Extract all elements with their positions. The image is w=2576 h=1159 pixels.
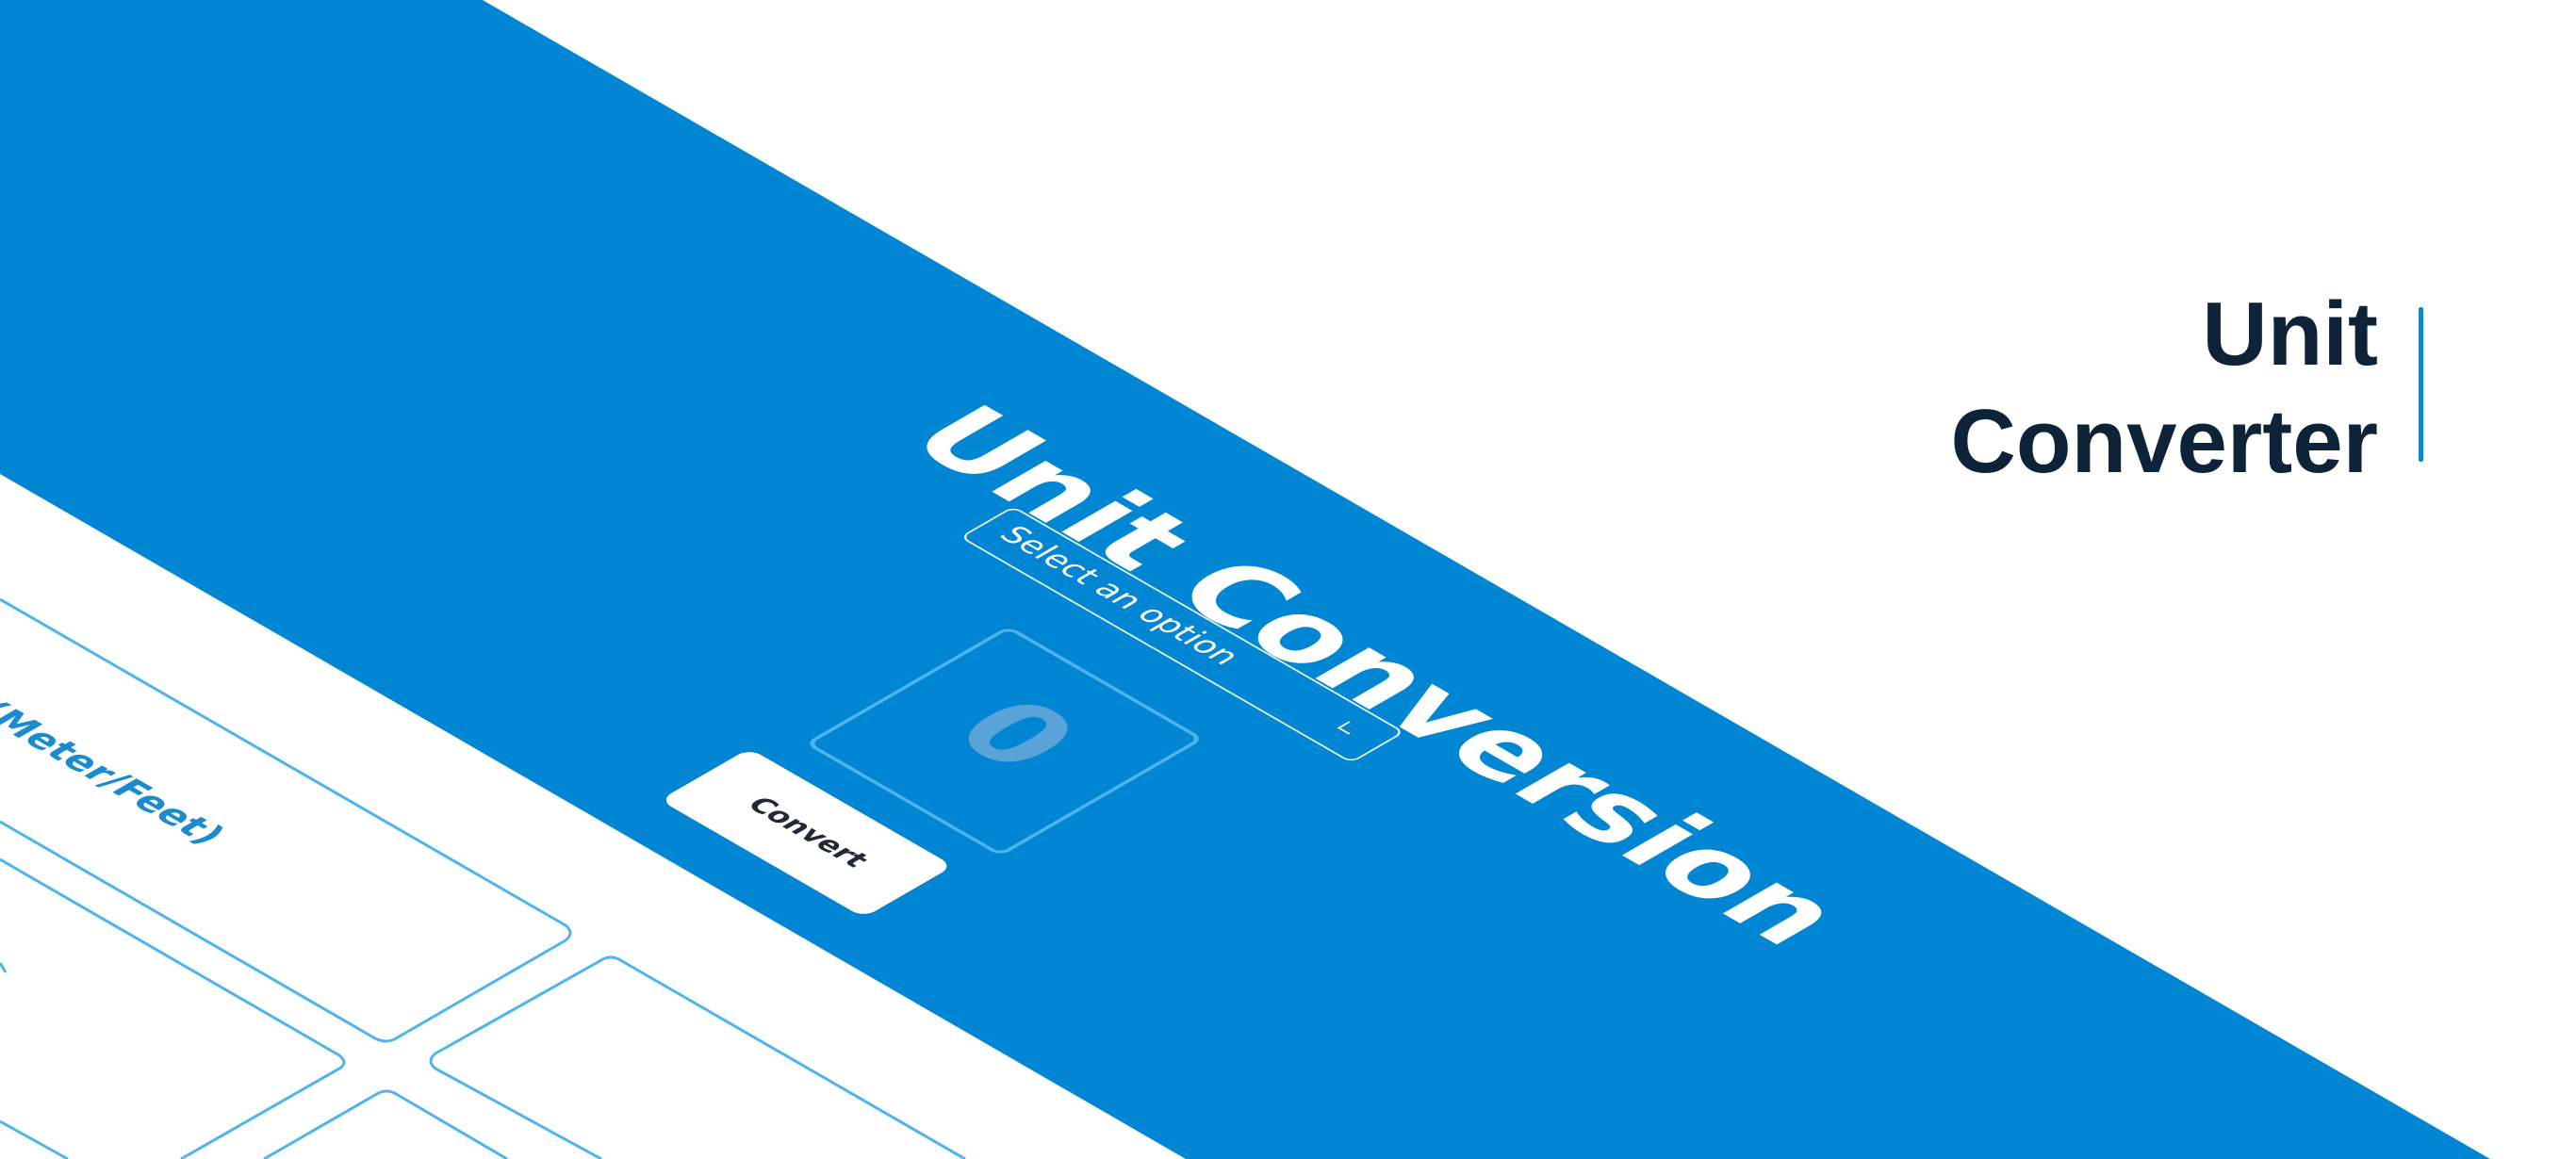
- side-card-outline-bottom: [263, 1089, 508, 1159]
- heading-line-1: Unit: [2202, 284, 2378, 384]
- chevron-down-icon: [1337, 721, 1361, 735]
- side-label-layer: (Meter/Feet): [0, 695, 235, 851]
- side-card-outline-lower: [0, 857, 346, 1159]
- illustration-stage: Unit Conversion Select an option 0 Conve…: [0, 0, 2576, 1159]
- side-card-outline-right: [429, 955, 966, 1159]
- page-heading: Unit Converter: [1951, 281, 2378, 496]
- side-tick-mark: [0, 962, 8, 973]
- panel-title-layer: Unit Conversion: [880, 389, 1874, 963]
- heading-accent-bar: [2419, 307, 2423, 462]
- side-card-outline-bottom2: [0, 1119, 69, 1159]
- heading-line-2: Converter: [1950, 391, 2378, 492]
